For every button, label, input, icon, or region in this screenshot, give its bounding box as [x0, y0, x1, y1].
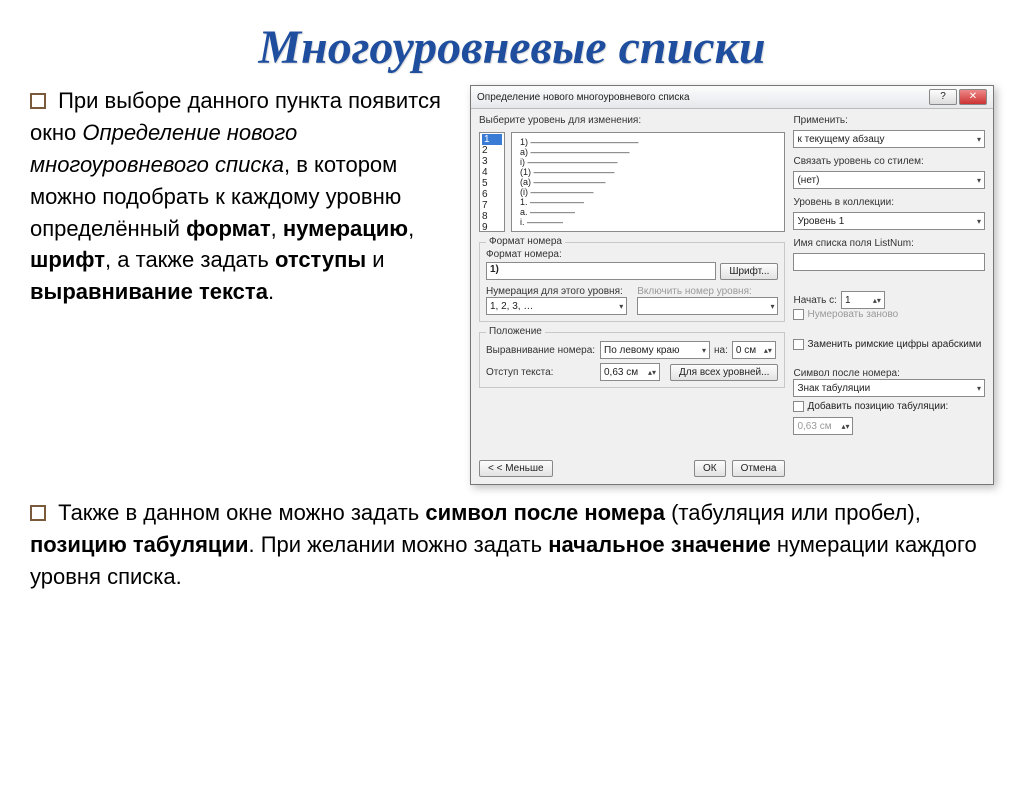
cancel-button[interactable]: Отмена [732, 460, 786, 477]
start-at-label: Начать с: [793, 295, 836, 306]
level-item[interactable]: 3 [482, 156, 502, 167]
at-spin[interactable]: 0 см▴▾ [732, 341, 776, 359]
sym-after-combo[interactable]: Знак табуляции▾ [793, 379, 985, 397]
all-levels-button[interactable]: Для всех уровней... [670, 364, 778, 381]
bullet-icon [30, 93, 46, 109]
num-this-label: Нумерация для этого уровня: [486, 286, 627, 297]
font-button[interactable]: Шрифт... [720, 263, 778, 280]
less-button[interactable]: < < Меньше [479, 460, 553, 477]
roman-checkbox[interactable]: Заменить римские цифры арабскими [793, 339, 985, 350]
position-group: Положение Выравнивание номера: По левому… [479, 332, 785, 388]
level-item[interactable]: 2 [482, 145, 502, 156]
format-label: Формат номера: [486, 249, 778, 260]
align-label: Выравнивание номера: [486, 345, 596, 356]
apply-label: Применить: [793, 115, 985, 126]
coll-level-label: Уровень в коллекции: [793, 197, 985, 208]
paragraph-2: Также в данном окне можно задать символ … [0, 485, 1024, 593]
position-legend: Положение [486, 326, 545, 337]
restart-checkbox: Нумеровать заново [793, 309, 898, 320]
listnum-label: Имя списка поля ListNum: [793, 238, 985, 249]
start-at-spin[interactable]: 1▴▾ [841, 291, 885, 309]
level-item[interactable]: 5 [482, 178, 502, 189]
level-item[interactable]: 4 [482, 167, 502, 178]
paragraph-1: При выборе данного пункта появится окно … [30, 85, 450, 485]
level-item[interactable]: 1 [482, 134, 502, 145]
level-listbox[interactable]: 1 2 3 4 5 6 7 8 9 [479, 132, 505, 232]
dialog-title: Определение нового многоуровневого списк… [477, 92, 690, 103]
indent-spin[interactable]: 0,63 см▴▾ [600, 363, 660, 381]
format-legend: Формат номера [486, 236, 565, 247]
include-level-combo: ▾ [637, 297, 778, 315]
choose-level-label: Выберите уровень для изменения: [479, 115, 785, 126]
level-item[interactable]: 9 [482, 222, 502, 233]
level-item[interactable]: 7 [482, 200, 502, 211]
bullet-icon [30, 505, 46, 521]
level-preview: 1) ———————————— a) ——————————— i) ——————… [511, 132, 785, 232]
tab-pos-spin: 0,63 см▴▾ [793, 417, 853, 435]
sym-after-label: Символ после номера: [793, 368, 985, 379]
add-tab-checkbox[interactable]: Добавить позицию табуляции: [793, 401, 948, 412]
ok-button[interactable]: ОК [694, 460, 726, 477]
align-combo[interactable]: По левому краю▾ [600, 341, 710, 359]
indent-label: Отступ текста: [486, 367, 596, 378]
coll-level-combo[interactable]: Уровень 1▾ [793, 212, 985, 230]
listnum-input[interactable] [793, 253, 985, 271]
level-item[interactable]: 8 [482, 211, 502, 222]
level-item[interactable]: 6 [482, 189, 502, 200]
format-group: Формат номера Формат номера: 1) Шрифт...… [479, 242, 785, 322]
dialog-window: Определение нового многоуровневого списк… [470, 85, 994, 485]
format-input[interactable]: 1) [486, 262, 716, 280]
include-level-label: Включить номер уровня: [637, 286, 778, 297]
dialog-titlebar: Определение нового многоуровневого списк… [471, 86, 993, 109]
num-this-combo[interactable]: 1, 2, 3, …▾ [486, 297, 627, 315]
close-button[interactable]: ✕ [959, 89, 987, 105]
link-style-combo[interactable]: (нет)▾ [793, 171, 985, 189]
help-button[interactable]: ? [929, 89, 957, 105]
apply-combo[interactable]: к текущему абзацу▾ [793, 130, 985, 148]
at-label: на: [714, 345, 728, 356]
slide-title: Многоуровневые списки [0, 20, 1024, 75]
link-style-label: Связать уровень со стилем: [793, 156, 985, 167]
